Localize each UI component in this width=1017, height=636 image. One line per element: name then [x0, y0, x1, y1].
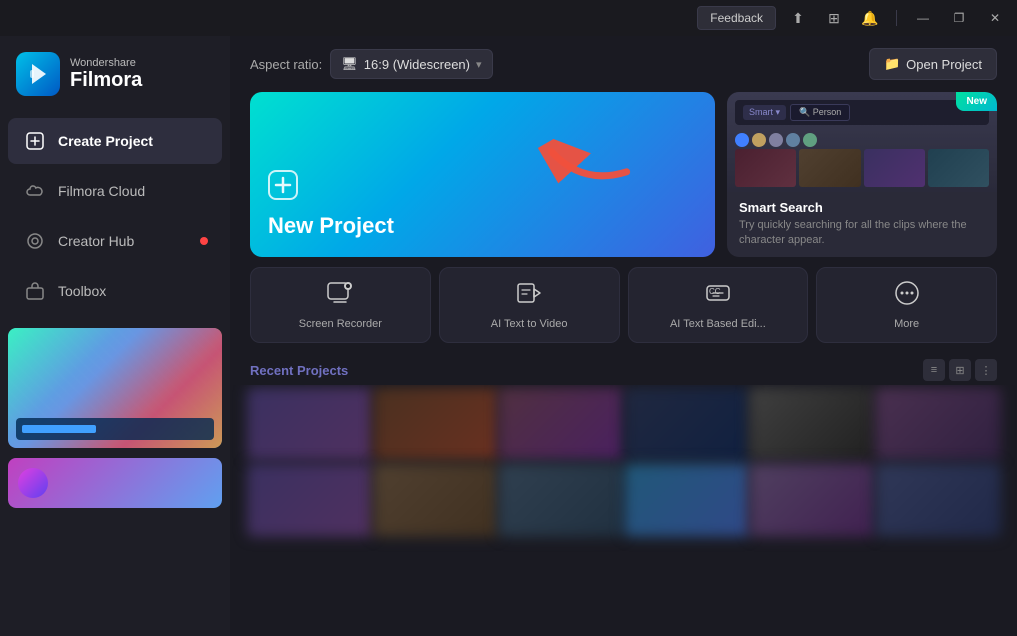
aspect-ratio-selector: Aspect ratio: 🖥 16:9 (Widescreen) ▾	[250, 49, 493, 79]
sidebar-item-create-project-label: Create Project	[58, 133, 153, 149]
open-project-label: Open Project	[906, 57, 982, 72]
new-project-title: New Project	[268, 213, 697, 239]
new-badge: New	[956, 92, 997, 111]
sidebar: Wondershare Filmora Create Project Filmo…	[0, 36, 230, 636]
upload-icon[interactable]: ⬆	[784, 4, 812, 32]
sidebar-item-filmora-cloud-label: Filmora Cloud	[58, 183, 145, 199]
recent-thumb-2[interactable]	[8, 452, 222, 508]
bell-icon[interactable]: 🔔	[856, 4, 884, 32]
ai-text-to-video-label: AI Text to Video	[491, 318, 568, 330]
video-row-1	[250, 389, 997, 459]
recent-projects-sidebar	[0, 316, 230, 636]
feature-card-title: Smart Search	[739, 200, 985, 215]
sidebar-item-creator-hub[interactable]: Creator Hub	[8, 218, 222, 264]
sidebar-item-toolbox[interactable]: Toolbox	[8, 268, 222, 314]
ai-text-to-video-button[interactable]: AI Text to Video	[439, 267, 620, 343]
restore-button[interactable]: ❐	[945, 4, 973, 32]
sidebar-item-create-project[interactable]: Create Project	[8, 118, 222, 164]
detail-view-icon[interactable]: ⋮	[975, 359, 997, 381]
minimize-button[interactable]: —	[909, 4, 937, 32]
ai-text-based-edit-icon: CC	[705, 280, 731, 312]
grid-view-icon[interactable]: ⊞	[949, 359, 971, 381]
sidebar-item-toolbox-label: Toolbox	[58, 283, 106, 299]
view-toggle: ≡ ⊞ ⋮	[923, 359, 997, 381]
ai-text-based-edit-button[interactable]: CC AI Text Based Edi...	[628, 267, 809, 343]
video-thumb-10[interactable]	[624, 463, 749, 537]
search-preview-input: 🔍 Person	[790, 104, 850, 121]
main-layout: Wondershare Filmora Create Project Filmo…	[0, 36, 1017, 636]
video-row-2	[250, 465, 997, 535]
feature-card-description: Try quickly searching for all the clips …	[739, 218, 985, 249]
logo-bottom: Filmora	[70, 69, 142, 91]
screen-recorder-button[interactable]: Screen Recorder	[250, 267, 431, 343]
quick-actions-bar: Screen Recorder AI Text to Video	[230, 257, 1017, 353]
aspect-ratio-dropdown[interactable]: 🖥 16:9 (Widescreen) ▾	[330, 49, 492, 79]
close-button[interactable]: ✕	[981, 4, 1009, 32]
create-project-icon	[24, 130, 46, 152]
recents-title: Recent Projects	[250, 363, 348, 378]
more-icon	[894, 280, 920, 312]
ai-text-to-video-icon	[516, 280, 542, 312]
folder-icon: 📁	[884, 56, 900, 72]
video-thumb-9[interactable]	[498, 463, 623, 537]
list-view-icon[interactable]: ≡	[923, 359, 945, 381]
screen-recorder-label: Screen Recorder	[299, 318, 382, 330]
new-project-card[interactable]: New Project	[250, 92, 715, 257]
video-thumb-11[interactable]	[749, 463, 874, 537]
video-grid	[230, 385, 1017, 636]
svg-text:CC: CC	[709, 287, 721, 296]
arrow-decoration	[538, 108, 652, 226]
feature-card-preview: Smart ▾ 🔍 Person	[727, 92, 997, 192]
more-button[interactable]: More	[816, 267, 997, 343]
video-thumb-8[interactable]	[373, 463, 498, 537]
feature-card[interactable]: Smart ▾ 🔍 Person	[727, 92, 997, 257]
top-bar: Aspect ratio: 🖥 16:9 (Widescreen) ▾ 📁 Op…	[230, 36, 1017, 92]
recent-thumb-img-1	[8, 328, 222, 448]
recent-thumb-img-2	[8, 458, 222, 508]
chevron-down-icon: ▾	[476, 58, 482, 71]
creator-hub-icon	[24, 230, 46, 252]
notification-dot	[200, 237, 208, 245]
ai-text-based-edit-label: AI Text Based Edi...	[670, 318, 766, 330]
video-thumb-1[interactable]	[247, 387, 372, 461]
video-thumb-5[interactable]	[749, 387, 874, 461]
screen-recorder-icon	[327, 280, 353, 312]
monitor-icon: 🖥	[341, 56, 358, 72]
smart-chip: Smart ▾	[743, 105, 786, 120]
feedback-button[interactable]: Feedback	[697, 6, 776, 30]
logo-text: Wondershare Filmora	[70, 57, 142, 91]
open-project-button[interactable]: 📁 Open Project	[869, 48, 997, 80]
logo-top: Wondershare	[70, 57, 142, 69]
divider	[896, 10, 897, 26]
video-thumb-6[interactable]	[875, 387, 1000, 461]
toolbox-icon	[24, 280, 46, 302]
content-area: Aspect ratio: 🖥 16:9 (Widescreen) ▾ 📁 Op…	[230, 36, 1017, 636]
aspect-ratio-label: Aspect ratio:	[250, 57, 322, 72]
cloud-icon	[24, 180, 46, 202]
app-logo-icon	[16, 52, 60, 96]
video-thumb-3[interactable]	[498, 387, 623, 461]
recents-header: Recent Projects ≡ ⊞ ⋮	[230, 353, 1017, 385]
grid-icon[interactable]: ⊞	[820, 4, 848, 32]
title-bar: Feedback ⬆ ⊞ 🔔 — ❐ ✕	[0, 0, 1017, 36]
video-thumb-12[interactable]	[875, 463, 1000, 537]
video-thumb-7[interactable]	[247, 463, 372, 537]
logo-area: Wondershare Filmora	[0, 36, 230, 116]
aspect-ratio-value: 16:9 (Widescreen)	[364, 57, 470, 72]
sidebar-item-filmora-cloud[interactable]: Filmora Cloud	[8, 168, 222, 214]
more-label: More	[894, 318, 919, 330]
cards-section: New Project Smart ▾ 🔍 Person	[230, 92, 1017, 257]
video-thumb-2[interactable]	[373, 387, 498, 461]
sidebar-item-creator-hub-label: Creator Hub	[58, 233, 134, 249]
feature-card-info: Smart Search Try quickly searching for a…	[727, 192, 997, 257]
video-thumb-4[interactable]	[624, 387, 749, 461]
recent-thumb-1[interactable]	[8, 328, 222, 448]
